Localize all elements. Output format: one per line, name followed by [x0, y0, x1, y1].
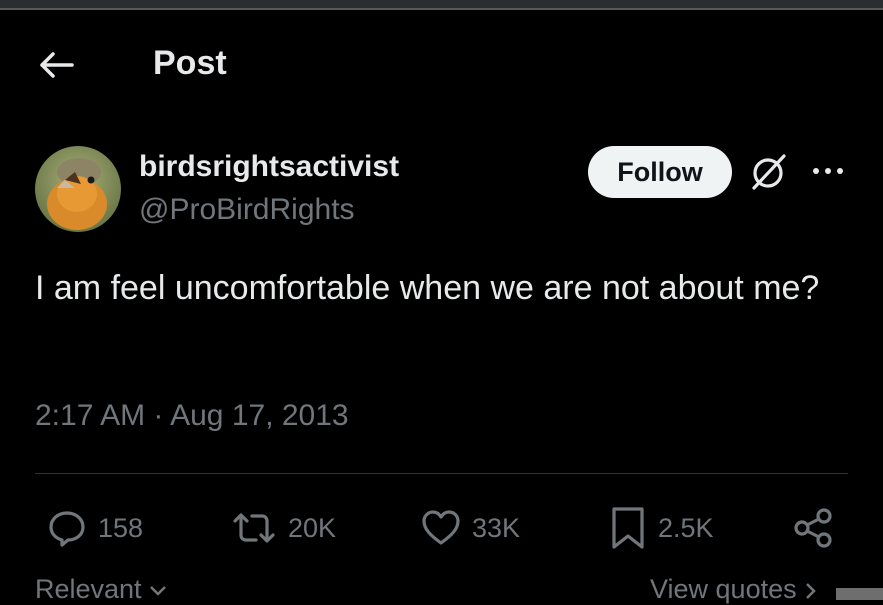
back-button[interactable] [36, 50, 76, 80]
arrow-left-icon [40, 52, 74, 78]
tweet-text: I am feel uncomfortable when we are not … [35, 269, 820, 307]
repost-count: 20K [288, 512, 337, 543]
page-title: Post [153, 44, 227, 82]
repost-icon [233, 513, 275, 543]
like-button[interactable]: 33K [420, 500, 520, 556]
view-quotes-link[interactable]: View quotes [650, 574, 818, 605]
post-header: Post [0, 30, 883, 100]
divider [35, 473, 848, 474]
bookmark-count: 2.5K [658, 512, 714, 543]
share-button[interactable] [792, 500, 834, 556]
reply-count: 158 [98, 512, 144, 543]
author-display-name[interactable]: birdsrightsactivist [139, 150, 399, 184]
scroll-thumb[interactable] [836, 588, 883, 600]
more-options-button[interactable] [808, 158, 848, 184]
window-top-bar [0, 0, 883, 10]
reply-button[interactable]: 158 [46, 500, 143, 556]
author-handle[interactable]: @ProBirdRights [139, 193, 355, 227]
tweet-date: Aug 17, 2013 [170, 399, 349, 432]
tweet-timestamp[interactable]: 2:17 AM · Aug 17, 2013 [35, 399, 349, 433]
heart-icon [422, 510, 460, 545]
follow-button[interactable]: Follow [588, 146, 732, 198]
chevron-right-icon [806, 582, 816, 599]
repost-button[interactable]: 20K [230, 500, 336, 556]
bookmark-button[interactable]: 2.5K [608, 500, 714, 556]
reply-sort-dropdown[interactable]: Relevant [35, 574, 167, 605]
more-icon [813, 168, 843, 174]
tweet-time: 2:17 AM [35, 399, 146, 432]
action-bar: 158 20K 33K 2.5K [0, 500, 883, 556]
like-count: 33K [472, 512, 521, 543]
grok-icon [752, 154, 786, 190]
grok-button[interactable] [748, 151, 788, 191]
avatar[interactable] [35, 146, 121, 232]
share-icon [794, 508, 832, 548]
bookmark-icon [612, 507, 644, 549]
timestamp-separator: · [153, 399, 164, 432]
chevron-down-icon [150, 585, 166, 596]
reply-icon [49, 511, 85, 547]
